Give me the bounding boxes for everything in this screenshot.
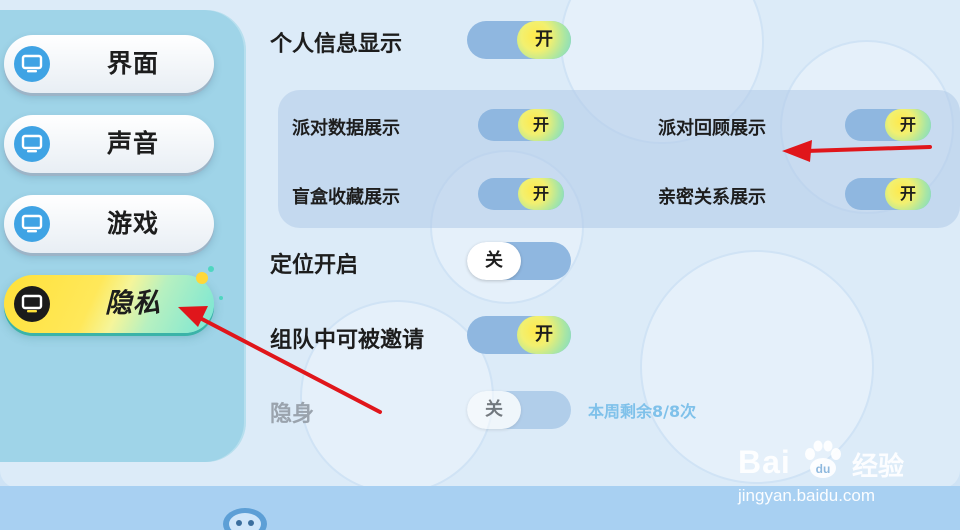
monitor-icon: [14, 46, 50, 82]
monitor-icon: [14, 286, 50, 322]
party-data-toggle[interactable]: 开: [478, 109, 564, 141]
intimacy-toggle[interactable]: 开: [845, 178, 931, 210]
sparkle-icon: [208, 266, 214, 272]
team-invite-label: 组队中可被邀请: [270, 328, 425, 353]
sidebar-item-label: 隐私: [105, 288, 161, 319]
mascot-icon: [223, 508, 267, 530]
team-invite-toggle[interactable]: 开: [467, 316, 571, 354]
invisible-toggle[interactable]: 关: [467, 391, 571, 429]
toggle-knob: 关: [467, 242, 521, 280]
toggle-knob: 关: [467, 391, 521, 429]
sidebar-item-sound[interactable]: 声音: [4, 115, 214, 173]
paw-logo-icon: du: [805, 440, 841, 478]
toggle-knob: 开: [518, 109, 564, 141]
watermark-url: jingyan.baidu.com: [738, 486, 876, 505]
toggle-knob: 开: [885, 109, 931, 141]
location-label: 定位开启: [270, 253, 359, 278]
settings-screen: 界面 声音 游戏 隐私 个人信息显示 开 派对数据展示 开 派对回顾展示 开 盲…: [0, 0, 960, 530]
monitor-icon: [14, 126, 50, 162]
party-data-label: 派对数据展示: [292, 118, 400, 139]
watermark-brand-suffix: du: [816, 462, 831, 476]
blindbox-label: 盲盒收藏展示: [292, 187, 400, 208]
toggle-knob: 开: [885, 178, 931, 210]
invisible-remaining-note: 本周剩余8/8次: [588, 402, 697, 421]
monitor-icon: [14, 206, 50, 242]
party-review-toggle[interactable]: 开: [845, 109, 931, 141]
toggle-knob: 开: [517, 316, 571, 354]
invisible-label: 隐身: [270, 402, 315, 427]
personal-info-toggle[interactable]: 开: [467, 21, 571, 59]
sidebar-item-game[interactable]: 游戏: [4, 195, 214, 253]
sidebar-item-label: 游戏: [106, 209, 159, 238]
party-review-label: 派对回顾展示: [658, 118, 766, 139]
sidebar-item-label: 声音: [106, 129, 159, 158]
personal-info-label: 个人信息显示: [270, 32, 403, 57]
sidebar-item-privacy[interactable]: 隐私: [4, 275, 214, 333]
sidebar-item-interface[interactable]: 界面: [4, 35, 214, 93]
sparkle-icon: [196, 272, 208, 284]
toggle-knob: 开: [517, 21, 571, 59]
blindbox-toggle[interactable]: 开: [478, 178, 564, 210]
location-toggle[interactable]: 关: [467, 242, 571, 280]
toggle-knob: 开: [518, 178, 564, 210]
sidebar-item-label: 界面: [106, 49, 159, 78]
watermark-brand: Bai: [738, 444, 791, 480]
watermark-cn: 经验: [852, 452, 905, 482]
sparkle-icon: [219, 296, 223, 300]
intimacy-label: 亲密关系展示: [658, 187, 766, 208]
baidu-watermark: Bai du 经验 jingyan.baidu.com: [738, 440, 958, 510]
